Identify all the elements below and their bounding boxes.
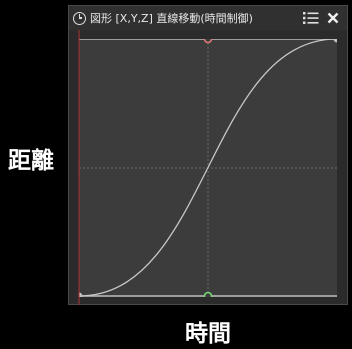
close-icon[interactable] bbox=[327, 12, 339, 24]
top-control-handle[interactable] bbox=[203, 39, 213, 44]
easing-panel: 図形 [X,Y,Z] 直線移動(時間制御) bbox=[68, 5, 348, 305]
easing-graph-canvas bbox=[79, 39, 337, 297]
left-edge-line bbox=[78, 30, 80, 305]
panel-titlebar[interactable]: 図形 [X,Y,Z] 直線移動(時間制御) bbox=[69, 6, 347, 30]
x-axis-label: 時間 bbox=[185, 321, 231, 347]
y-axis-label: 距離 bbox=[8, 148, 54, 174]
easing-graph bbox=[79, 39, 337, 297]
bottom-control-handle[interactable] bbox=[203, 291, 213, 298]
list-menu-icon[interactable] bbox=[303, 11, 319, 25]
clock-icon bbox=[73, 11, 86, 25]
panel-title: 図形 [X,Y,Z] 直線移動(時間制御) bbox=[90, 12, 253, 25]
